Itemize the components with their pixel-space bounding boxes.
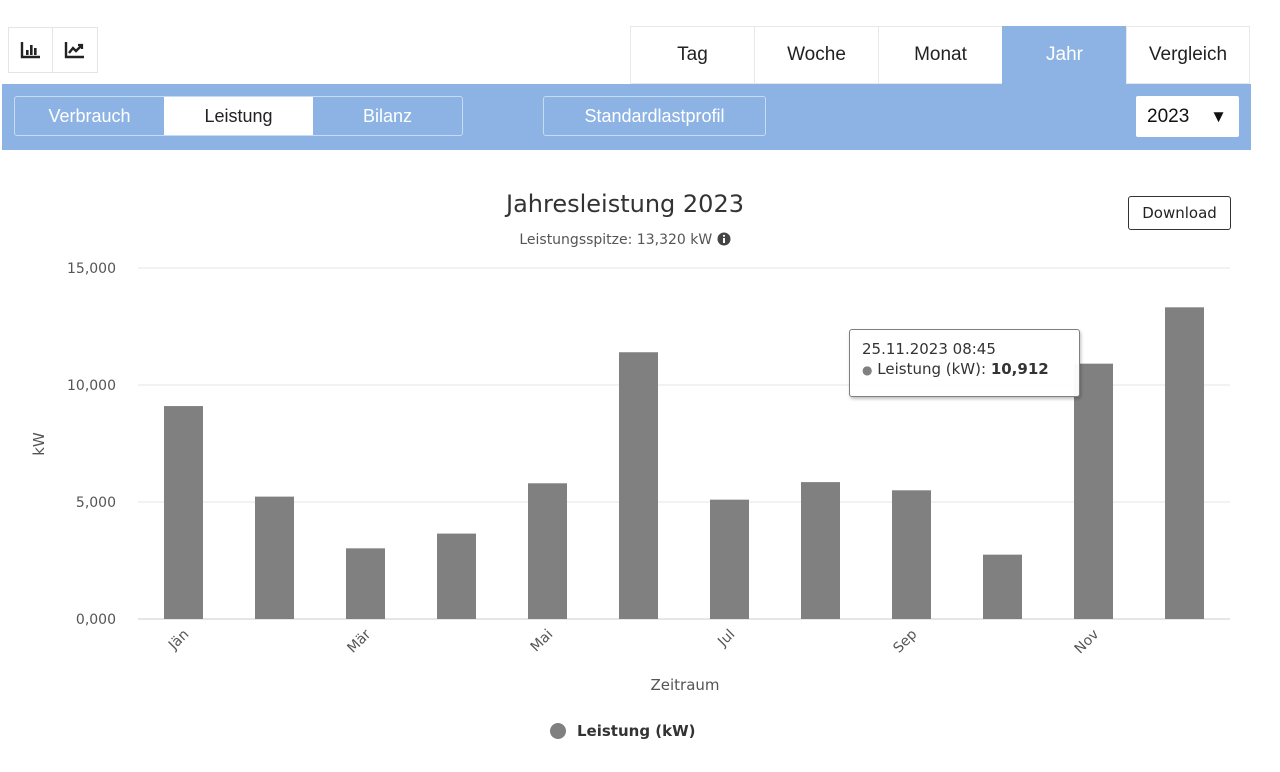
tab-woche[interactable]: Woche xyxy=(754,26,878,84)
bar-mär[interactable] xyxy=(346,548,385,619)
bar-feb[interactable] xyxy=(255,496,294,619)
mode-switch: Verbrauch Leistung Bilanz xyxy=(14,96,463,136)
y-axis-label: kW xyxy=(30,432,48,456)
bar-view-button[interactable] xyxy=(8,27,53,73)
year-select[interactable]: 2023 ▼ xyxy=(1136,96,1239,137)
tooltip-value: 10,912 xyxy=(990,360,1049,378)
view-toggles xyxy=(8,27,98,73)
y-tick-label: 0,000 xyxy=(76,612,116,628)
x-tick-label: Jän xyxy=(165,627,192,654)
bar-mai[interactable] xyxy=(528,483,567,619)
line-chart-icon xyxy=(64,42,84,59)
bar-dez[interactable] xyxy=(1165,307,1204,619)
bar-okt[interactable] xyxy=(983,554,1022,619)
bar-sep[interactable] xyxy=(892,490,931,619)
bar-nov[interactable] xyxy=(1074,363,1113,619)
data-tooltip: 25.11.2023 08:45 ● Leistung (kW): 10,912 xyxy=(849,329,1080,397)
x-tick-label: Mär xyxy=(344,626,374,656)
x-tick-label: Nov xyxy=(1072,627,1103,658)
x-axis-label: Zeitraum xyxy=(650,676,719,694)
tab-vergleich[interactable]: Vergleich xyxy=(1126,26,1250,84)
tab-tag[interactable]: Tag xyxy=(630,26,754,84)
tooltip-date: 25.11.2023 08:45 xyxy=(862,340,996,358)
standard-load-profile-button[interactable]: Standardlastprofil xyxy=(543,96,766,136)
tooltip-series-line: ● Leistung (kW): 10,912 xyxy=(862,360,1067,378)
legend-swatch xyxy=(550,723,566,739)
x-tick-label: Mai xyxy=(528,627,557,656)
mode-toolbar: Verbrauch Leistung Bilanz Standardlastpr… xyxy=(2,84,1251,150)
chart-legend[interactable]: Leistung (kW) xyxy=(550,722,696,740)
bar-jul[interactable] xyxy=(710,499,749,619)
mode-leistung-button[interactable]: Leistung xyxy=(164,97,313,135)
y-tick-label: 10,000 xyxy=(67,378,116,394)
x-tick-label: Jul xyxy=(714,627,738,651)
x-tick-label: Sep xyxy=(890,626,920,656)
mode-verbrauch-button[interactable]: Verbrauch xyxy=(15,97,164,135)
bar-apr[interactable] xyxy=(437,533,476,619)
tab-jahr[interactable]: Jahr xyxy=(1002,26,1126,84)
bar-jun[interactable] xyxy=(619,352,658,619)
chevron-down-icon: ▼ xyxy=(1210,106,1227,126)
period-tabs: Tag Woche Monat Jahr Vergleich xyxy=(630,26,1250,84)
chart-subtitle: Leistungsspitze: 13,320 kW xyxy=(0,232,1250,248)
bar-jän[interactable] xyxy=(164,406,203,619)
tooltip-dot-icon: ● xyxy=(862,363,873,377)
peak-power-text: Leistungsspitze: 13,320 kW xyxy=(519,232,713,248)
y-tick-label: 5,000 xyxy=(76,495,116,511)
tooltip-series-label: Leistung (kW): xyxy=(877,360,991,378)
line-view-button[interactable] xyxy=(53,27,98,73)
download-button[interactable]: Download xyxy=(1128,196,1231,230)
power-bar-chart: 0,000 5,000 10,000 15,000 Jän Mär Mai Jul Sep No… xyxy=(30,261,1230,694)
legend-label: Leistung (kW) xyxy=(577,722,696,740)
info-icon[interactable] xyxy=(717,232,731,246)
y-tick-label: 15,000 xyxy=(67,261,116,277)
year-select-value: 2023 xyxy=(1147,105,1190,127)
chart-title: Jahresleistung 2023 xyxy=(506,190,744,218)
bar-aug[interactable] xyxy=(801,482,840,619)
tab-monat[interactable]: Monat xyxy=(878,26,1002,84)
bar-chart-icon xyxy=(20,42,40,59)
mode-bilanz-button[interactable]: Bilanz xyxy=(313,97,462,135)
